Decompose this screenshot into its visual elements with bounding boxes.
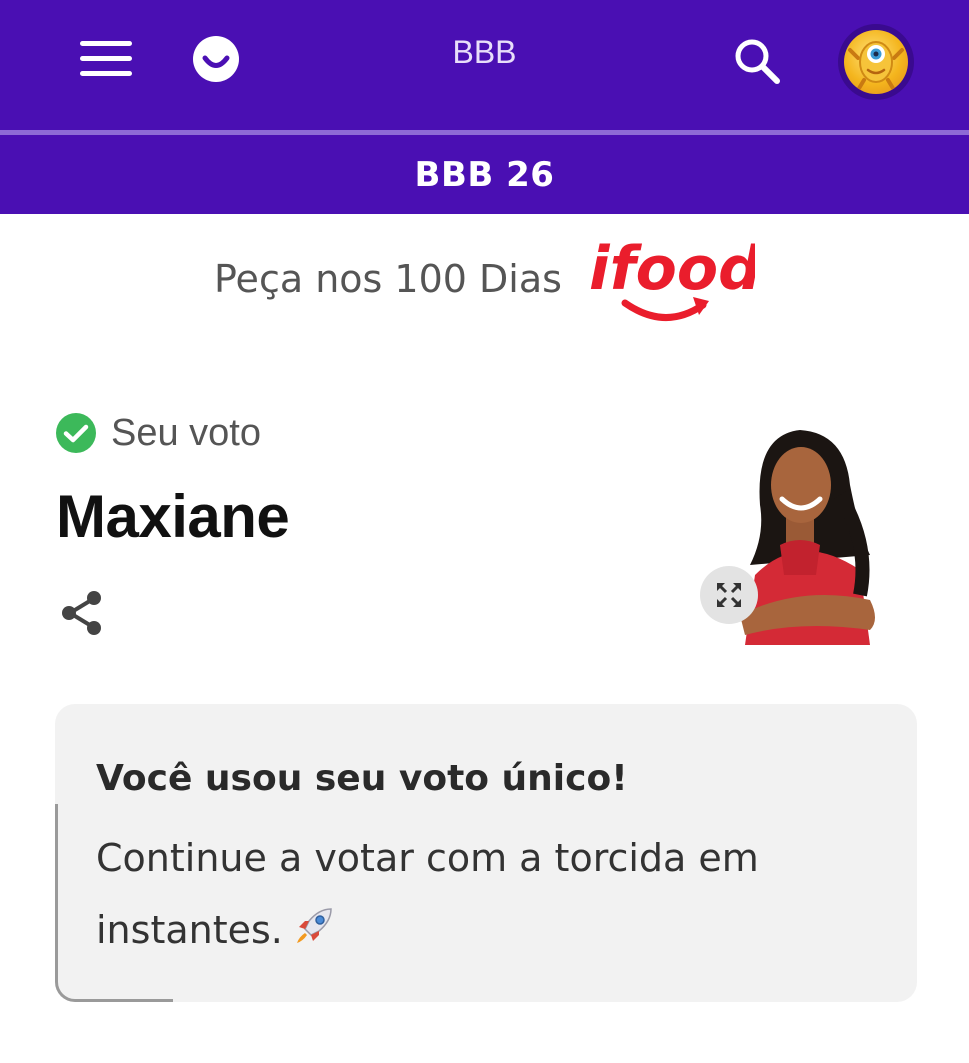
big-brother-eye-avatar — [844, 30, 908, 94]
expand-photo-button[interactable] — [700, 566, 758, 624]
section-title[interactable]: BBB 26 — [415, 155, 555, 195]
ifood-wordmark: ifood — [589, 234, 755, 304]
top-app-bar: BBB — [0, 0, 969, 130]
section-bar: BBB 26 — [0, 135, 969, 214]
candidate-name: Maxiane — [56, 483, 290, 550]
notice-body-wrapper: Continue a votar com a torcida em instan… — [96, 822, 856, 966]
share-icon[interactable] — [60, 590, 104, 636]
app-title: BBB — [452, 34, 517, 70]
ifood-logo[interactable]: ifood — [585, 231, 762, 335]
sponsor-banner[interactable]: Peça nos 100 Dias ifood — [0, 225, 969, 345]
vote-status-label: Seu voto — [111, 411, 261, 454]
notice-body: Continue a votar com a torcida em instan… — [96, 836, 759, 952]
rocket-icon — [296, 908, 332, 943]
check-circle-icon — [56, 413, 96, 453]
vote-status: Seu voto — [55, 410, 261, 456]
sponsor-text: Peça nos 100 Dias — [214, 257, 562, 301]
user-avatar-button[interactable] — [838, 24, 914, 100]
search-icon[interactable] — [732, 36, 782, 86]
menu-line — [80, 71, 132, 76]
notice-title: Você usou seu voto único! — [96, 758, 628, 799]
expand-icon — [717, 583, 741, 607]
